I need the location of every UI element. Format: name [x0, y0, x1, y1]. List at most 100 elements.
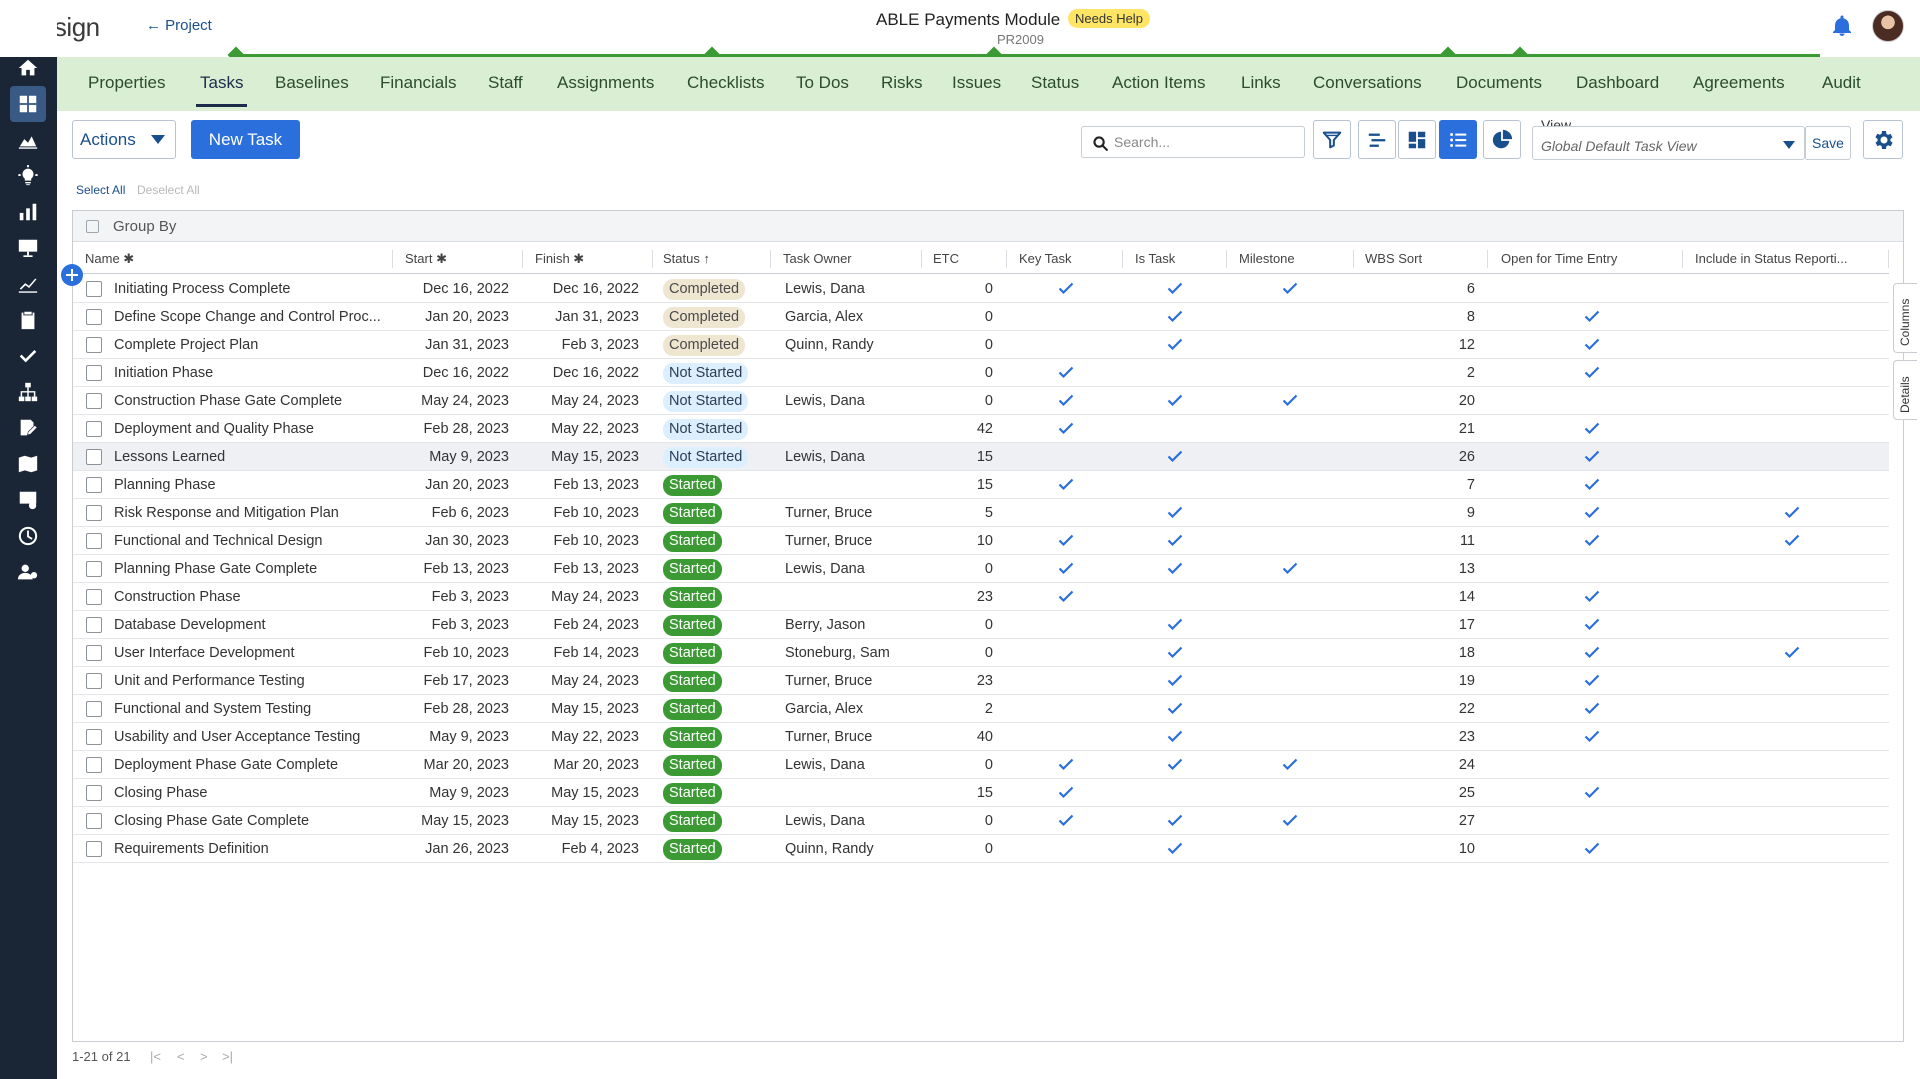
clock-icon[interactable] [10, 518, 46, 554]
row-checkbox[interactable] [86, 645, 102, 661]
columns-side-tab[interactable]: Columns [1893, 283, 1917, 353]
tab-status[interactable]: Status [1031, 73, 1079, 93]
row-checkbox[interactable] [86, 757, 102, 773]
presentation-icon[interactable] [10, 230, 46, 266]
back-to-project-link[interactable]: ← Project [146, 17, 212, 34]
row-checkbox[interactable] [86, 393, 102, 409]
tab-checklists[interactable]: Checklists [687, 73, 764, 93]
tab-action-items[interactable]: Action Items [1112, 73, 1206, 93]
table-row[interactable]: Planning Phase Jan 20, 2023 Feb 13, 2023 St… [73, 471, 1889, 499]
table-row[interactable]: User Interface Development Feb 10, 2023 Fe… [73, 639, 1889, 667]
prev-page-icon[interactable]: < [177, 1049, 185, 1064]
tab-baselines[interactable]: Baselines [275, 73, 349, 93]
select-all-link[interactable]: Select All [76, 183, 125, 197]
task-name[interactable]: Usability and User Acceptance Testing [114, 729, 384, 745]
table-row[interactable]: Deployment Phase Gate Complete Mar 20, 20… [73, 751, 1889, 779]
row-checkbox[interactable] [86, 281, 102, 297]
save-view-button[interactable]: Save [1806, 126, 1851, 160]
row-checkbox[interactable] [86, 673, 102, 689]
row-checkbox[interactable] [86, 533, 102, 549]
col-header-status[interactable]: Status ↑ [663, 251, 710, 266]
grid-icon[interactable] [10, 86, 46, 122]
task-name[interactable]: Unit and Performance Testing [114, 673, 384, 689]
row-checkbox[interactable] [86, 617, 102, 633]
task-name[interactable]: Planning Phase Gate Complete [114, 561, 384, 577]
gantt-view-button[interactable] [1358, 120, 1396, 159]
task-name[interactable]: Database Development [114, 617, 384, 633]
row-checkbox[interactable] [86, 309, 102, 325]
notification-bell-icon[interactable] [1830, 14, 1854, 38]
col-header-milestone[interactable]: Milestone [1239, 251, 1295, 266]
col-header-name[interactable]: Name ✱ [85, 251, 134, 267]
map-icon[interactable] [10, 446, 46, 482]
clipboard-icon[interactable] [10, 302, 46, 338]
bar-chart-icon[interactable] [10, 194, 46, 230]
tab-financials[interactable]: Financials [380, 73, 457, 93]
tab-agreements[interactable]: Agreements [1693, 73, 1785, 93]
table-row[interactable]: Initiation Phase Dec 16, 2022 Dec 16, 2022… [73, 359, 1889, 387]
table-row[interactable]: Define Scope Change and Control Proc... J… [73, 303, 1889, 331]
tab-tasks[interactable]: Tasks [195, 73, 248, 107]
table-row[interactable]: Usability and User Acceptance Testing May… [73, 723, 1889, 751]
tab-assignments[interactable]: Assignments [557, 73, 654, 93]
table-row[interactable]: Construction Phase Gate Complete May 24, … [73, 387, 1889, 415]
org-chart-icon[interactable] [10, 374, 46, 410]
row-checkbox[interactable] [86, 449, 102, 465]
table-row[interactable]: Deployment and Quality Phase Feb 28, 2023… [73, 415, 1889, 443]
filter-button[interactable] [1313, 120, 1351, 159]
last-page-icon[interactable]: >| [222, 1049, 233, 1064]
col-header-finish[interactable]: Finish ✱ [535, 251, 584, 267]
table-row[interactable]: Closing Phase May 9, 2023 May 15, 2023 Star… [73, 779, 1889, 807]
tab-dashboard[interactable]: Dashboard [1576, 73, 1659, 93]
home-icon[interactable] [10, 50, 46, 86]
tab-documents[interactable]: Documents [1456, 73, 1542, 93]
task-name[interactable]: Complete Project Plan [114, 337, 384, 353]
line-chart-icon[interactable] [10, 266, 46, 302]
task-name[interactable]: Deployment and Quality Phase [114, 421, 384, 437]
task-name[interactable]: Lessons Learned [114, 449, 384, 465]
tab-to-dos[interactable]: To Dos [796, 73, 849, 93]
task-name[interactable]: Functional and System Testing [114, 701, 384, 717]
next-page-icon[interactable]: > [200, 1049, 208, 1064]
task-name[interactable]: Deployment Phase Gate Complete [114, 757, 384, 773]
details-side-tab[interactable]: Details [1893, 360, 1917, 420]
table-row[interactable]: Lessons Learned May 9, 2023 May 15, 2023 No… [73, 443, 1889, 471]
task-name[interactable]: Closing Phase [114, 785, 384, 801]
table-row[interactable]: Unit and Performance Testing Feb 17, 2023… [73, 667, 1889, 695]
chart-view-button[interactable] [1483, 120, 1521, 159]
task-name[interactable]: Initiation Phase [114, 365, 384, 381]
tab-links[interactable]: Links [1241, 73, 1281, 93]
board-view-button[interactable] [1398, 120, 1436, 159]
deselect-all-link[interactable]: Deselect All [137, 183, 200, 197]
group-by-bar[interactable]: Group By [73, 211, 1903, 242]
tab-properties[interactable]: Properties [88, 73, 165, 93]
row-checkbox[interactable] [86, 813, 102, 829]
table-row[interactable]: Planning Phase Gate Complete Feb 13, 2023… [73, 555, 1889, 583]
task-name[interactable]: Requirements Definition [114, 841, 384, 857]
row-checkbox[interactable] [86, 729, 102, 745]
tab-staff[interactable]: Staff [488, 73, 523, 93]
user-avatar[interactable] [1872, 10, 1904, 42]
new-task-button[interactable]: New Task [191, 120, 300, 159]
tab-risks[interactable]: Risks [881, 73, 923, 93]
view-select[interactable]: Global Default Task View [1532, 126, 1806, 160]
row-checkbox[interactable] [86, 561, 102, 577]
table-row[interactable]: Database Development Feb 3, 2023 Feb 24, 2… [73, 611, 1889, 639]
table-row[interactable]: Functional and System Testing Feb 28, 202… [73, 695, 1889, 723]
task-name[interactable]: Define Scope Change and Control Proc... [114, 309, 384, 325]
task-name[interactable]: Closing Phase Gate Complete [114, 813, 384, 829]
tab-issues[interactable]: Issues [952, 73, 1001, 93]
row-checkbox[interactable] [86, 365, 102, 381]
table-row[interactable]: Construction Phase Feb 3, 2023 May 24, 202… [73, 583, 1889, 611]
list-view-button[interactable] [1439, 120, 1477, 159]
task-name[interactable]: Risk Response and Mitigation Plan [114, 505, 384, 521]
actions-dropdown-button[interactable]: Actions [72, 120, 176, 159]
table-row[interactable]: Risk Response and Mitigation Plan Feb 6, … [73, 499, 1889, 527]
table-row[interactable]: Functional and Technical Design Jan 30, 2… [73, 527, 1889, 555]
timesheet-icon[interactable] [10, 482, 46, 518]
task-name[interactable]: Construction Phase [114, 589, 384, 605]
area-chart-icon[interactable] [10, 122, 46, 158]
add-row-icon[interactable] [61, 264, 83, 286]
table-row[interactable]: Initiating Process Complete Dec 16, 2022 D… [73, 275, 1889, 303]
row-checkbox[interactable] [86, 505, 102, 521]
